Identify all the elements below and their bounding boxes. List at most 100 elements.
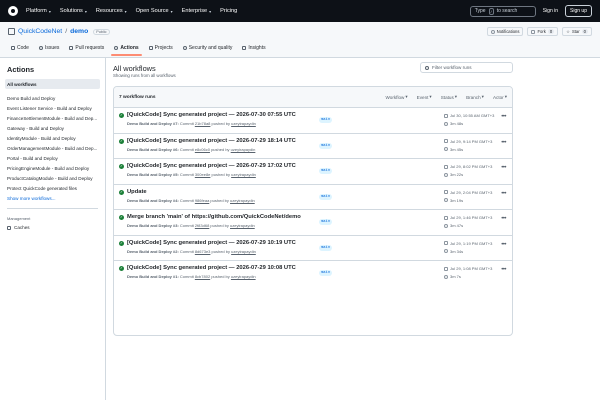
sidebar-workflow-item[interactable]: Protect QuickCode generated files [5, 183, 100, 193]
tab-code[interactable]: Code [8, 43, 32, 55]
run-meta: Demo Build and Deploy #7: Commit 21b78a8… [127, 121, 256, 126]
nav-label: Solutions [59, 8, 83, 14]
actor-link[interactable]: uzeyirapaydin [231, 147, 256, 152]
commit-link[interactable]: 986feaa [195, 198, 209, 203]
commit-prefix: Commit [179, 197, 194, 203]
branch-badge[interactable]: main [319, 270, 333, 276]
nav-enterprise[interactable]: Enterprise ▾ [182, 8, 212, 14]
nav-pricing[interactable]: Pricing [220, 8, 237, 14]
pushed-by: pushed by [211, 248, 230, 254]
actor-link[interactable]: uzeyirapaydin [231, 172, 256, 177]
filter-status-dropdown[interactable]: Status ▾ [441, 94, 457, 100]
workflow-run-row[interactable]: ✓ [QuickCode] Sync generated project — 2… [114, 108, 512, 134]
filter-workflow-runs-input[interactable]: Filter workflow runs [420, 62, 513, 73]
fork-button[interactable]: Fork 0 [527, 27, 559, 36]
run-title-link[interactable]: [QuickCode] Sync generated project — 202… [127, 265, 296, 271]
sidebar-workflow-item[interactable]: Demo Build and Deploy [5, 93, 100, 103]
commit-link[interactable]: 21b78a8 [195, 121, 211, 126]
kebab-menu-icon[interactable]: ••• [501, 216, 506, 222]
pushed-by: pushed by [211, 121, 230, 126]
sidebar-workflow-item[interactable]: OrderManagementModule - Build and Dep... [5, 143, 100, 153]
actor-link[interactable]: uzeyirapaydin [231, 274, 256, 279]
nav-label: Open Source [135, 8, 169, 14]
sidebar-workflow-item[interactable]: PricingEngineModule - Build and Deploy [5, 163, 100, 173]
workflow-run-row[interactable]: ✓ [QuickCode] Sync generated project — 2… [114, 134, 512, 159]
run-title-link[interactable]: [QuickCode] Sync generated project — 202… [127, 138, 296, 144]
branch-badge[interactable]: main [319, 168, 333, 174]
sidebar-workflow-item[interactable]: Event Listener Service - Build and Deplo… [5, 103, 100, 113]
nav-open-source[interactable]: Open Source ▾ [136, 8, 173, 14]
nav-solutions[interactable]: Solutions ▾ [60, 8, 87, 14]
filter-workflow-dropdown[interactable]: Workflow ▾ [386, 94, 408, 100]
header-actions: Type / to search Sign in Sign up [469, 5, 592, 17]
sign-up-button[interactable]: Sign up [565, 5, 592, 17]
sidebar-item-caches[interactable]: Caches [5, 223, 100, 232]
tab-security[interactable]: Security and quality [180, 43, 236, 55]
nav-platform[interactable]: Platform ▾ [26, 8, 51, 14]
tab-insights[interactable]: Insights [239, 43, 268, 55]
workflow-run-row[interactable]: ✓ Update Demo Build and Deploy #4: Commi… [114, 185, 512, 210]
run-time-text: Jul 29, 9:14 PM GMT+3 [450, 138, 493, 144]
branch-badge[interactable]: main [319, 117, 333, 123]
run-title-link[interactable]: Update [127, 189, 147, 195]
branch-badge[interactable]: main [319, 244, 333, 251]
actor-link[interactable]: uzeyirapaydin [230, 198, 255, 203]
actor-link[interactable]: uzeyirapaydin [231, 121, 256, 126]
actor-link[interactable]: uzeyirapaydin [230, 223, 255, 228]
sidebar-workflow-item[interactable]: Portal - Build and Deploy [5, 153, 100, 163]
branch-badge[interactable]: main [319, 142, 333, 149]
sidebar-workflow-item[interactable]: ProductCatalogModule - Build and Deploy [5, 173, 100, 183]
branch-badge[interactable]: main [319, 219, 333, 225]
sidebar-workflow-item[interactable]: FinanceSettlementModule - Build and Dep.… [5, 113, 100, 123]
sidebar-workflow-item[interactable]: IdentityModule - Build and Deploy [5, 133, 100, 143]
issue-icon [38, 46, 43, 50]
commit-link[interactable]: 300ee8e [195, 172, 211, 177]
workflow-run-row[interactable]: ✓ Merge branch 'main' of https://github.… [114, 210, 512, 236]
filter-branch-dropdown[interactable]: Branch ▾ [466, 94, 484, 100]
filter-label: Event [416, 94, 429, 100]
sidebar-workflow-item[interactable]: Gateway - Build and Deploy [5, 123, 100, 133]
branch-badge[interactable]: main [319, 193, 333, 200]
repo-owner-link[interactable]: QuickCodeNet [18, 28, 62, 35]
stopwatch-icon [444, 147, 448, 151]
filter-event-dropdown[interactable]: Event ▾ [417, 94, 432, 100]
repo-actions: Notifications Fork 0 ☆ Star 0 [486, 27, 592, 36]
repo-name-link[interactable]: demo [70, 28, 88, 35]
commit-link[interactable]: 8d673e3 [195, 249, 211, 254]
run-title-link[interactable]: [QuickCode] Sync generated project — 202… [127, 240, 296, 246]
run-title-link[interactable]: [QuickCode] Sync generated project — 202… [127, 112, 296, 118]
nav-resources[interactable]: Resources ▾ [96, 8, 127, 14]
commit-prefix: Commit [179, 172, 194, 177]
kebab-menu-icon[interactable]: ••• [501, 191, 506, 197]
kebab-menu-icon[interactable]: ••• [501, 165, 506, 171]
workflow-run-row[interactable]: ✓ [QuickCode] Sync generated project — 2… [114, 261, 512, 287]
filter-actor-dropdown[interactable]: Actor ▾ [493, 94, 507, 100]
tab-actions[interactable]: Actions [111, 43, 143, 56]
commit-link[interactable]: 8cb7802 [195, 274, 210, 279]
run-title-link[interactable]: Merge branch 'main' of https://github.co… [127, 214, 301, 220]
kebab-menu-icon[interactable]: ••• [501, 242, 506, 248]
kebab-menu-icon[interactable]: ••• [501, 140, 506, 146]
kebab-menu-icon[interactable]: ••• [501, 114, 506, 120]
tab-issues[interactable]: Issues [36, 43, 62, 55]
commit-link[interactable]: 2f83d68 [195, 223, 209, 228]
sign-in-link[interactable]: Sign in [543, 8, 558, 14]
tab-projects[interactable]: Projects [146, 43, 176, 55]
commit-link[interactable]: e8c06c0 [195, 147, 210, 152]
run-timestamp: Jul 29, 1:08 PM GMT+3 [444, 266, 492, 271]
global-search-input[interactable]: Type / to search [469, 5, 536, 17]
workflow-run-row[interactable]: ✓ [QuickCode] Sync generated project — 2… [114, 236, 512, 261]
actor-link[interactable]: uzeyirapaydin [231, 249, 256, 254]
workflow-run-row[interactable]: ✓ [QuickCode] Sync generated project — 2… [114, 159, 512, 185]
github-logo-icon[interactable] [8, 6, 18, 16]
star-button[interactable]: ☆ Star 0 [562, 27, 592, 36]
sidebar-item-all-workflows[interactable]: All workflows [5, 79, 100, 89]
kebab-menu-icon[interactable]: ••• [501, 267, 506, 273]
tab-label: Code [17, 45, 29, 51]
actions-sidebar: Actions All workflows Demo Build and Dep… [0, 58, 106, 400]
notifications-button[interactable]: Notifications [486, 27, 524, 36]
tab-pull-requests[interactable]: Pull requests [66, 43, 107, 55]
run-title-link[interactable]: [QuickCode] Sync generated project — 202… [127, 163, 296, 169]
run-timestamp: Jul 29, 2:04 PM GMT+3 [444, 190, 492, 195]
show-more-workflows-link[interactable]: Show more workflows... [5, 193, 100, 203]
